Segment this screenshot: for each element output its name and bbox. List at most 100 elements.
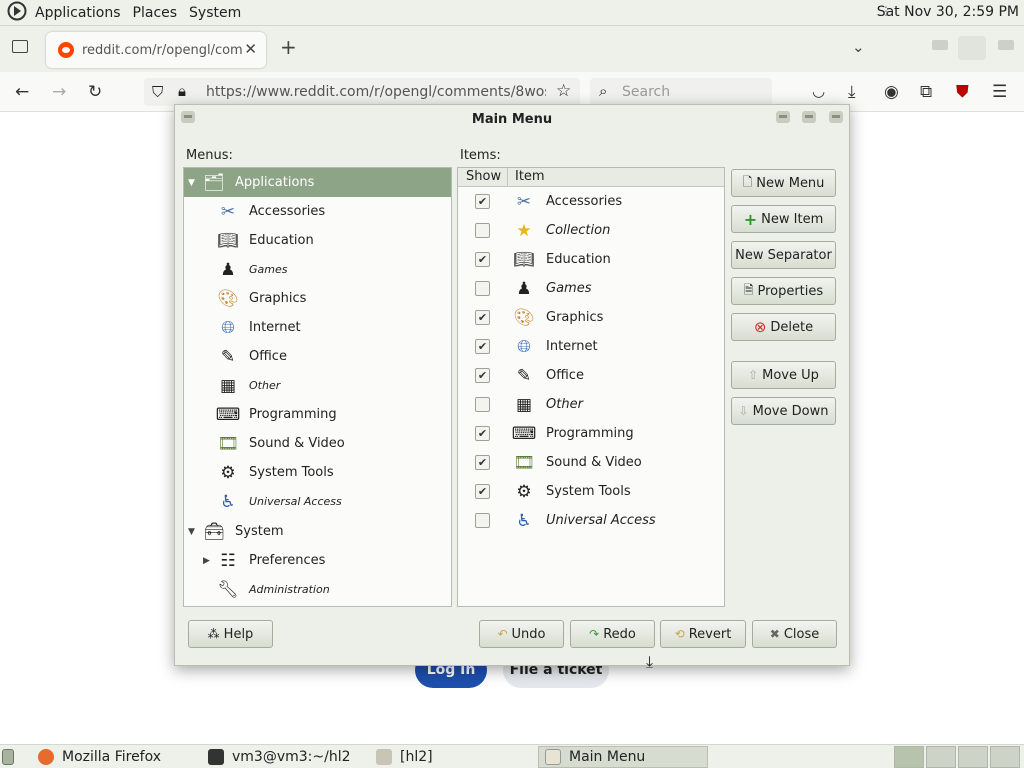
close-icon[interactable]	[829, 111, 843, 123]
hamburger-menu-icon[interactable]: ☰	[992, 82, 1007, 102]
workspace-3[interactable]	[958, 746, 988, 768]
properties-button[interactable]: 🗎︎ Properties	[731, 277, 836, 305]
item-row[interactable]: ✔ 🎨︎ Graphics	[458, 303, 724, 332]
tree-item[interactable]: 📖︎ Education	[184, 226, 451, 255]
window-menu-icon[interactable]	[181, 111, 195, 123]
show-checkbox[interactable]: ✔	[475, 368, 490, 383]
reload-icon[interactable]: ↻	[88, 82, 102, 102]
item-row[interactable]: ♟ Games	[458, 274, 724, 303]
search-placeholder[interactable]: Search	[622, 84, 670, 100]
item-row[interactable]: ✔ ⌨ Programming	[458, 419, 724, 448]
close-window-icon[interactable]	[998, 40, 1014, 50]
forward-arrow-icon[interactable]: →	[52, 82, 66, 102]
new-separator-button[interactable]: New Separator	[731, 241, 836, 269]
lock-icon[interactable]: 🔒︎	[178, 82, 186, 100]
show-checkbox[interactable]: ✔	[475, 426, 490, 441]
menus-tree[interactable]: ▼ 🗂︎ Applications ✂ Accessories 📖︎ Education ♟ G…	[183, 167, 452, 607]
show-checkbox[interactable]: ✔	[475, 484, 490, 499]
item-row[interactable]: ✔ 🎞︎ Sound & Video	[458, 448, 724, 477]
new-tab-icon[interactable]: +	[280, 35, 297, 59]
clock[interactable]: Sat Nov 30, 2:59 PM	[877, 4, 1019, 20]
extensions-icon[interactable]: ⧉	[920, 82, 932, 102]
tree-item[interactable]: ♟ Games	[184, 255, 451, 284]
dialog-titlebar[interactable]: Main Menu	[175, 105, 849, 133]
item-row[interactable]: ★ Collection	[458, 216, 724, 245]
tree-item[interactable]: ⌨ Programming	[184, 400, 451, 429]
tree-item[interactable]: ▼ 🗂︎ Applications	[184, 168, 451, 197]
download-icon[interactable]: ⤓	[848, 82, 856, 102]
minimize-icon[interactable]	[776, 111, 790, 123]
undo-button[interactable]: ↶ Undo	[479, 620, 564, 648]
tree-item[interactable]: ♿︎ Universal Access	[184, 487, 451, 516]
show-checkbox[interactable]	[475, 223, 490, 238]
redo-button[interactable]: ↷ Redo	[570, 620, 655, 648]
close-tab-icon[interactable]: ✕	[244, 40, 257, 58]
items-list[interactable]: Show Item ✔ ✂ Accessories ★ Collection ✔ 📖︎ Edu…	[457, 167, 725, 607]
show-checkbox[interactable]: ✔	[475, 455, 490, 470]
url-text[interactable]: https://www.reddit.com/r/opengl/comments…	[206, 84, 546, 100]
task-firefox[interactable]: Mozilla Firefox	[30, 746, 196, 768]
url-bar[interactable]: ⛉ 🔒︎ https://www.reddit.com/r/opengl/com…	[144, 78, 580, 106]
new-item-button[interactable]: + New Item	[731, 205, 836, 233]
tree-item[interactable]: 🎨︎ Graphics	[184, 284, 451, 313]
task-terminal[interactable]: vm3@vm3:~/hl2	[200, 746, 366, 768]
item-row[interactable]: ✔ 🌐︎ Internet	[458, 332, 724, 361]
tree-item[interactable]: ✂ Accessories	[184, 197, 451, 226]
tree-item[interactable]: 🎞︎ Sound & Video	[184, 429, 451, 458]
show-checkbox[interactable]: ✔	[475, 339, 490, 354]
item-row[interactable]: ✔ ✂ Accessories	[458, 187, 724, 216]
search-bar[interactable]: ⌕ Search	[590, 78, 772, 106]
shield-icon[interactable]: ⛉	[152, 83, 163, 101]
applications-menu[interactable]: Applications	[29, 5, 127, 21]
tree-item[interactable]: ⚙ System Tools	[184, 458, 451, 487]
tree-item[interactable]: 🔧︎ Administration	[184, 575, 451, 604]
item-row[interactable]: ✔ ⚙ System Tools	[458, 477, 724, 506]
expander-down-icon[interactable]: ▼	[188, 178, 195, 188]
workspace-4[interactable]	[990, 746, 1020, 768]
tree-item[interactable]: ✎ Office	[184, 342, 451, 371]
item-row[interactable]: ♿︎ Universal Access	[458, 506, 724, 535]
column-item-header[interactable]: Item	[515, 169, 545, 184]
list-tabs-chevron-down-icon[interactable]: ⌄	[852, 38, 865, 56]
column-show-header[interactable]: Show	[466, 169, 501, 184]
show-checkbox[interactable]: ✔	[475, 194, 490, 209]
item-row[interactable]: ✔ ✎ Office	[458, 361, 724, 390]
new-menu-button[interactable]: 🗋︎ New Menu	[731, 169, 836, 197]
tree-item[interactable]: 🌐︎ Internet	[184, 313, 451, 342]
show-desktop-icon[interactable]	[2, 746, 22, 768]
account-icon[interactable]: ◉	[884, 82, 899, 102]
expander-down-icon[interactable]: ▼	[188, 527, 195, 537]
item-row[interactable]: ▦ Other	[458, 390, 724, 419]
show-checkbox[interactable]	[475, 281, 490, 296]
show-checkbox[interactable]: ✔	[475, 252, 490, 267]
browser-tab[interactable]: reddit.com/r/opengl/comments/8wos9k/ ✕	[46, 32, 266, 68]
task-main-menu[interactable]: Main Menu	[538, 746, 708, 768]
tree-item[interactable]: ▶ ☷ Preferences	[184, 546, 451, 575]
delete-button[interactable]: ⊗ Delete	[731, 313, 836, 341]
pocket-icon[interactable]: ◡	[812, 82, 825, 100]
show-checkbox[interactable]	[475, 397, 490, 412]
sidebar-toggle-icon[interactable]	[12, 40, 28, 53]
places-menu[interactable]: Places	[127, 5, 184, 21]
show-checkbox[interactable]	[475, 513, 490, 528]
back-arrow-icon[interactable]: ←	[15, 82, 29, 102]
bookmark-star-icon[interactable]: ☆	[556, 81, 571, 101]
item-row[interactable]: ✔ 📖︎ Education	[458, 245, 724, 274]
revert-button[interactable]: ⟲ Revert	[660, 620, 746, 648]
minimize-window-icon[interactable]	[932, 40, 948, 50]
help-button[interactable]: ⁂ Help	[188, 620, 273, 648]
tree-item[interactable]: ▼ 🧰︎ System	[184, 517, 451, 546]
workspace-1[interactable]	[894, 746, 924, 768]
show-checkbox[interactable]: ✔	[475, 310, 490, 325]
system-menu[interactable]: System	[183, 5, 247, 21]
move-up-button[interactable]: ⇧ Move Up	[731, 361, 836, 389]
maximize-window-icon[interactable]	[958, 36, 986, 60]
maximize-icon[interactable]	[802, 111, 816, 123]
ublock-icon[interactable]: ⛊	[956, 82, 969, 102]
workspace-2[interactable]	[926, 746, 956, 768]
distro-logo-icon[interactable]	[7, 1, 27, 25]
tree-item[interactable]: ▦ Other	[184, 371, 451, 400]
close-button[interactable]: ✖ Close	[752, 620, 837, 648]
task-folder[interactable]: [hl2]	[368, 746, 534, 768]
expander-right-icon[interactable]: ▶	[203, 556, 210, 566]
